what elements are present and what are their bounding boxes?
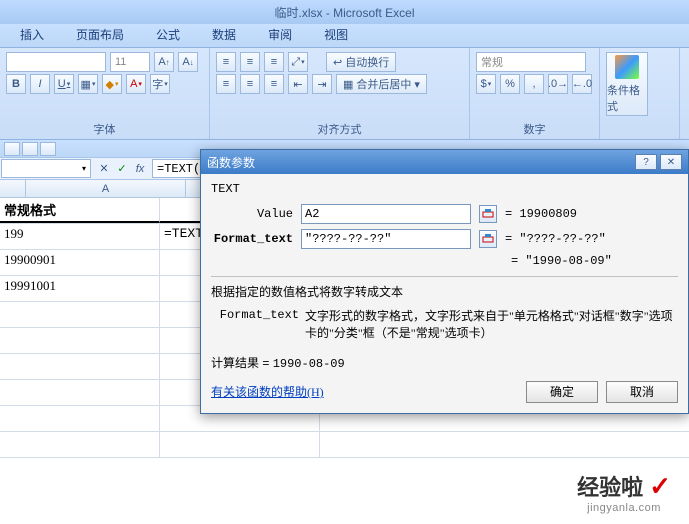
align-left-button[interactable]: ≡ xyxy=(216,74,236,94)
arg1-result: = 19900809 xyxy=(505,207,577,221)
align-top-button[interactable]: ≡ xyxy=(216,52,236,72)
collapse-dialog-icon xyxy=(482,233,494,245)
qat-btn2[interactable] xyxy=(22,142,38,156)
qat-btn3[interactable] xyxy=(40,142,56,156)
fill-color-button[interactable]: ◆▾ xyxy=(102,74,122,94)
font-shrink-button[interactable]: A↓ xyxy=(178,52,198,72)
arg1-input[interactable] xyxy=(301,204,471,224)
function-description: 根据指定的数值格式将数字转成文本 xyxy=(211,283,678,300)
function-help-link[interactable]: 有关该函数的帮助(H) xyxy=(211,383,324,400)
conditional-format-button[interactable]: 条件格式 xyxy=(606,52,648,116)
dialog-body: TEXT Value = 19900809 Format_text = "???… xyxy=(201,174,688,413)
function-name: TEXT xyxy=(211,182,678,196)
increase-decimal-button[interactable]: .0→ xyxy=(548,74,568,94)
dialog-titlebar[interactable]: 函数参数 ? ✕ xyxy=(201,150,688,174)
qat-btn1[interactable] xyxy=(4,142,20,156)
dialog-close-button[interactable]: ✕ xyxy=(660,154,682,170)
arg1-ref-button[interactable] xyxy=(479,205,497,223)
group-align-label: 对齐方式 xyxy=(216,119,463,137)
group-styles: 条件格式 xyxy=(600,48,680,139)
group-font-label: 字体 xyxy=(6,119,203,137)
cancel-button[interactable]: 取消 xyxy=(606,381,678,403)
formula-cancel-button[interactable]: ✕ xyxy=(96,161,112,177)
tab-view[interactable]: 视图 xyxy=(308,22,364,47)
group-number: 常规 $▾ % , .0→ ←.0 数字 xyxy=(470,48,600,139)
ribbon-tabs: 插入 页面布局 公式 数据 审阅 视图 xyxy=(0,24,689,48)
align-right-button[interactable]: ≡ xyxy=(264,74,284,94)
arg2-result: = "????-??-??" xyxy=(505,232,606,246)
tab-formula[interactable]: 公式 xyxy=(140,22,196,47)
cell-a3[interactable]: 19900901 xyxy=(0,250,160,275)
cell-a4[interactable]: 19991001 xyxy=(0,276,160,301)
align-middle-button[interactable]: ≡ xyxy=(240,52,260,72)
calc-result: 计算结果 = 1990-08-09 xyxy=(211,354,678,371)
font-grow-button[interactable]: A↑ xyxy=(154,52,174,72)
currency-button[interactable]: $▾ xyxy=(476,74,496,94)
name-box-dropdown-icon: ▾ xyxy=(82,164,86,173)
dialog-help-button[interactable]: ? xyxy=(635,154,657,170)
font-color-button[interactable]: A▾ xyxy=(126,74,146,94)
orientation-button[interactable]: ⤢▾ xyxy=(288,52,308,72)
merge-icon: ▦ xyxy=(343,78,353,91)
tab-review[interactable]: 审阅 xyxy=(252,22,308,47)
arg1-label: Value xyxy=(211,207,293,221)
dialog-title: 函数参数 xyxy=(207,154,632,171)
tab-insert[interactable]: 插入 xyxy=(4,22,60,47)
group-font: 11 A↑ A↓ B I U▾ ▦▾ ◆▾ A▾ 字▾ 字体 xyxy=(0,48,210,139)
window-title: 临时.xlsx - Microsoft Excel xyxy=(274,4,414,21)
param-name: Format_text xyxy=(211,308,299,342)
align-center-button[interactable]: ≡ xyxy=(240,74,260,94)
font-name-combo[interactable] xyxy=(6,52,106,72)
arg2-label: Format_text xyxy=(211,232,293,246)
tab-data[interactable]: 数据 xyxy=(196,22,252,47)
number-format-combo[interactable]: 常规 xyxy=(476,52,586,72)
group-number-label: 数字 xyxy=(476,119,593,137)
check-icon: ✓ xyxy=(649,471,671,501)
cell-a1[interactable]: 常规格式 xyxy=(0,198,160,223)
cell-a10[interactable] xyxy=(0,432,160,457)
ribbon: 11 A↑ A↓ B I U▾ ▦▾ ◆▾ A▾ 字▾ 字体 ≡ ≡ ≡ ⤢▾ xyxy=(0,48,689,140)
formula-enter-button[interactable]: ✓ xyxy=(114,161,130,177)
merge-center-button[interactable]: ▦合并后居中▾ xyxy=(336,74,427,94)
watermark: 经验啦 ✓ jingyanla.com xyxy=(577,470,671,514)
wrap-icon: ↩ xyxy=(333,56,342,69)
italic-button[interactable]: I xyxy=(30,74,50,94)
ok-button[interactable]: 确定 xyxy=(526,381,598,403)
column-header-a[interactable]: A xyxy=(26,180,186,197)
arg2-input[interactable] xyxy=(301,229,471,249)
insert-function-button[interactable]: fx xyxy=(132,161,148,177)
arg2-ref-button[interactable] xyxy=(479,230,497,248)
indent-increase-button[interactable]: ⇥ xyxy=(312,74,332,94)
indent-decrease-button[interactable]: ⇤ xyxy=(288,74,308,94)
cell-a5[interactable] xyxy=(0,302,160,327)
window-titlebar: 临时.xlsx - Microsoft Excel xyxy=(0,0,689,24)
percent-button[interactable]: % xyxy=(500,74,520,94)
divider xyxy=(211,276,678,277)
group-align: ≡ ≡ ≡ ⤢▾ ↩自动换行 ≡ ≡ ≡ ⇤ ⇥ ▦合并后居中▾ 对齐方式 xyxy=(210,48,470,139)
wrap-text-button[interactable]: ↩自动换行 xyxy=(326,52,396,72)
cell-a2[interactable]: 199 xyxy=(0,224,160,249)
comma-button[interactable]: , xyxy=(524,74,544,94)
select-all-corner[interactable] xyxy=(0,180,26,197)
phonetic-button[interactable]: 字▾ xyxy=(150,74,170,94)
font-size-combo[interactable]: 11 xyxy=(110,52,150,72)
cell-b10[interactable] xyxy=(160,432,320,457)
param-description: 文字形式的数字格式，文字形式来自于"单元格格式"对话框"数字"选项卡的"分类"框… xyxy=(305,308,678,342)
name-box[interactable]: ▾ xyxy=(1,159,91,178)
function-arguments-dialog: 函数参数 ? ✕ TEXT Value = 19900809 Format_te… xyxy=(200,149,689,414)
underline-button[interactable]: U▾ xyxy=(54,74,74,94)
cell-a7[interactable] xyxy=(0,354,160,379)
formula-result-preview: = "1990-08-09" xyxy=(511,254,678,268)
cell-a9[interactable] xyxy=(0,406,160,431)
tab-layout[interactable]: 页面布局 xyxy=(60,22,140,47)
cell-a8[interactable] xyxy=(0,380,160,405)
align-bottom-button[interactable]: ≡ xyxy=(264,52,284,72)
border-button[interactable]: ▦▾ xyxy=(78,74,98,94)
decrease-decimal-button[interactable]: ←.0 xyxy=(572,74,592,94)
conditional-format-icon xyxy=(615,55,639,79)
bold-button[interactable]: B xyxy=(6,74,26,94)
collapse-dialog-icon xyxy=(482,208,494,220)
cell-a6[interactable] xyxy=(0,328,160,353)
